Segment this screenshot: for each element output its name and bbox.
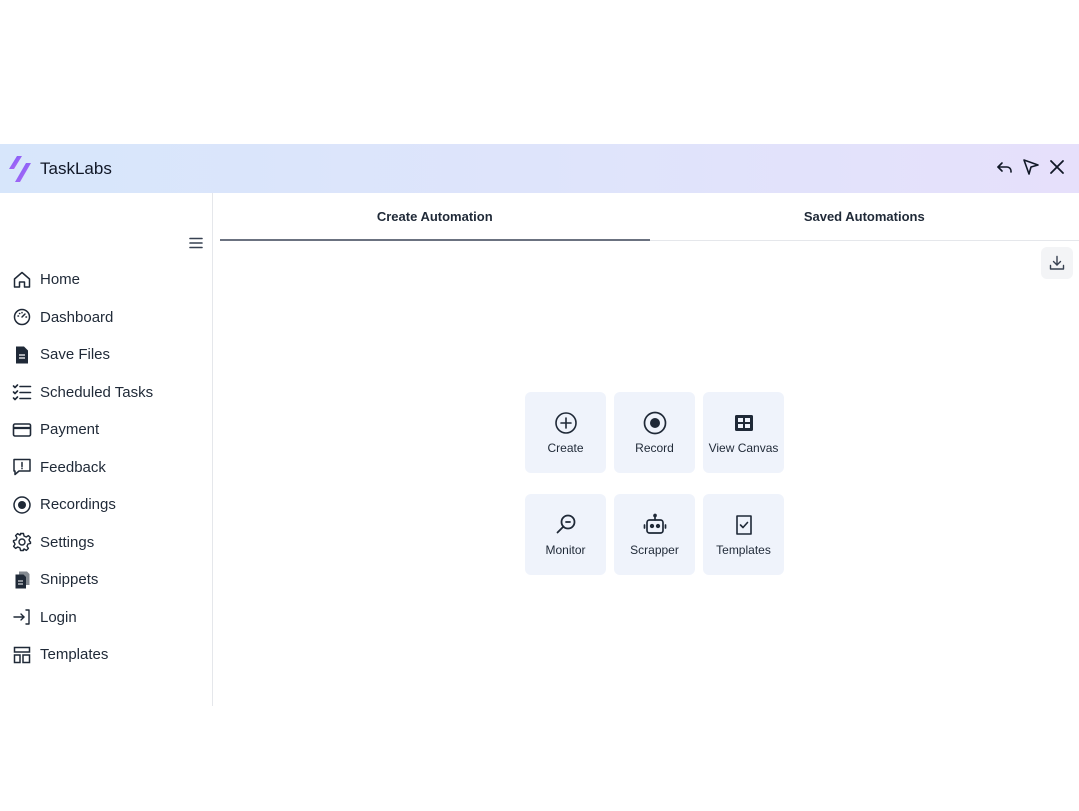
tab-create-automation[interactable]: Create Automation (220, 193, 650, 241)
sidebar-item-dashboard[interactable]: Dashboard (0, 299, 213, 337)
tab-label: Create Automation (376, 209, 493, 224)
templates-icon (12, 645, 32, 665)
checklist-icon (12, 382, 32, 402)
sidebar-item-payment[interactable]: Payment (0, 411, 213, 449)
sidebar-item-label: Scheduled Tasks (40, 383, 154, 401)
login-icon (12, 607, 32, 627)
tab-bar: Create Automation Saved Automations (220, 193, 1079, 241)
gear-icon (12, 532, 32, 552)
snippets-icon (12, 570, 32, 590)
gauge-icon (12, 307, 32, 327)
record-card[interactable]: Record (614, 392, 695, 473)
file-icon (12, 345, 32, 365)
pointer-icon[interactable] (1021, 157, 1041, 177)
view-canvas-card[interactable]: View Canvas (703, 392, 784, 473)
close-icon[interactable] (1047, 157, 1067, 177)
download-button[interactable] (1041, 247, 1073, 279)
sidebar-item-label: Templates (40, 646, 109, 664)
card-label: Record (635, 440, 674, 455)
sidebar-item-home[interactable]: Home (0, 261, 213, 299)
sidebar-item-label: Recordings (40, 496, 116, 514)
title-bar: TaskLabs (0, 144, 1079, 193)
sidebar-item-label: Home (40, 271, 81, 289)
title-actions (995, 157, 1067, 177)
sidebar-item-label: Snippets (40, 571, 99, 589)
checkbox-doc-icon (735, 514, 752, 535)
undo-icon[interactable] (995, 157, 1015, 177)
sidebar-item-label: Dashboard (40, 308, 114, 326)
download-icon (1049, 255, 1065, 270)
card-label: Monitor (545, 542, 586, 557)
sidebar-item-label: Settings (40, 533, 95, 551)
sidebar-item-save-files[interactable]: Save Files (0, 336, 213, 374)
sidebar-item-label: Feedback (40, 458, 106, 476)
sidebar-item-label: Save Files (40, 346, 111, 364)
main-content: Create Automation Saved Automations Crea… (214, 193, 1079, 706)
monitor-card[interactable]: Monitor (525, 494, 606, 575)
sidebar-item-label: Payment (40, 421, 100, 439)
card-label: Templates (716, 542, 771, 557)
card-label: Scrapper (630, 542, 679, 557)
plus-circle-icon (554, 411, 577, 434)
app-window: TaskLabs Home Dashboard Save Files Sched… (0, 144, 1079, 706)
sidebar-item-recordings[interactable]: Recordings (0, 486, 213, 524)
sidebar-item-snippets[interactable]: Snippets (0, 561, 213, 599)
menu-toggle-icon[interactable] (188, 235, 204, 251)
record-icon (643, 411, 666, 434)
sidebar-item-settings[interactable]: Settings (0, 524, 213, 562)
create-card[interactable]: Create (525, 392, 606, 473)
sidebar-item-templates[interactable]: Templates (0, 636, 213, 674)
canvas-icon (734, 414, 753, 431)
sidebar-item-login[interactable]: Login (0, 599, 213, 637)
home-icon (12, 270, 32, 290)
sidebar-nav: Home Dashboard Save Files Scheduled Task… (0, 261, 213, 674)
sidebar: Home Dashboard Save Files Scheduled Task… (0, 193, 213, 706)
sidebar-item-label: Login (40, 608, 77, 626)
templates-card[interactable]: Templates (703, 494, 784, 575)
sidebar-item-feedback[interactable]: Feedback (0, 449, 213, 487)
scrapper-card[interactable]: Scrapper (614, 494, 695, 575)
sidebar-item-scheduled-tasks[interactable]: Scheduled Tasks (0, 374, 213, 412)
tab-saved-automations[interactable]: Saved Automations (650, 193, 1079, 240)
tab-label: Saved Automations (803, 209, 925, 224)
tasklabs-logo-icon (9, 156, 31, 182)
card-label: View Canvas (708, 440, 779, 455)
action-grid: Create Record View Canvas Monitor Scrapp… (525, 392, 784, 575)
feedback-icon (12, 457, 32, 477)
record-icon (12, 495, 32, 515)
robot-icon (643, 513, 666, 534)
app-title: TaskLabs (40, 159, 112, 178)
card-label: Create (547, 440, 584, 455)
credit-card-icon (12, 420, 32, 440)
magnifier-icon (556, 514, 575, 533)
